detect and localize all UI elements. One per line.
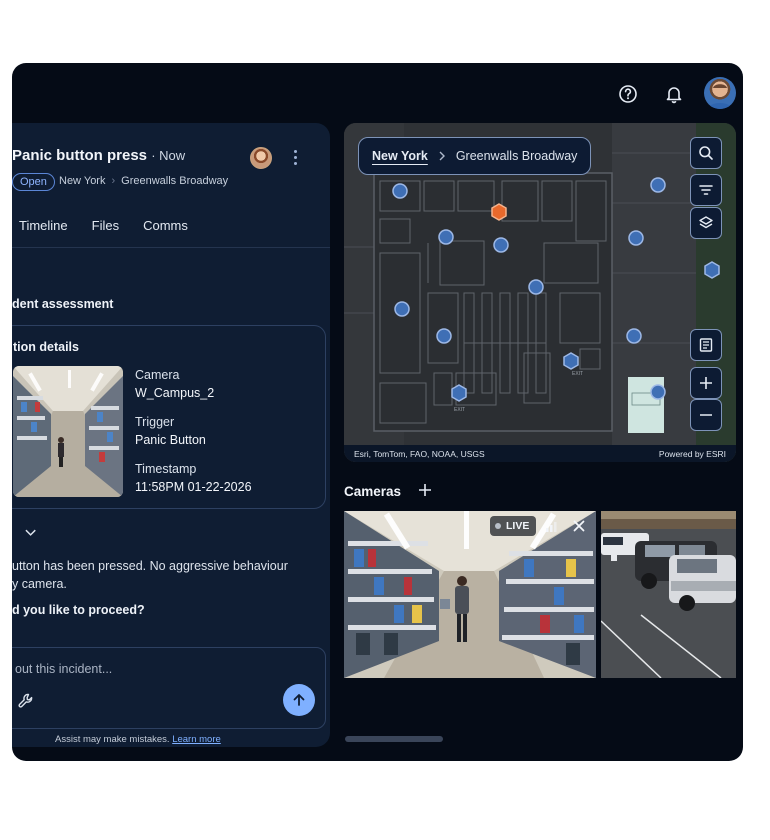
- map-attribution: Esri, TomTom, FAO, NOAA, USGS: [354, 449, 485, 459]
- cameras-title: Cameras: [344, 484, 402, 499]
- plus-icon: [419, 484, 431, 496]
- proceed-question: d you like to proceed?: [12, 603, 145, 617]
- assessment-summary: utton has been pressed. No aggressive be…: [12, 557, 312, 593]
- chevron-down-icon: [25, 529, 36, 536]
- app-window: Panic button press · Now Open New York › G…: [12, 63, 743, 761]
- timestamp-value: 11:58PM 01-22-2026: [135, 480, 252, 494]
- timestamp-label: Timestamp: [135, 462, 197, 476]
- assist-input[interactable]: [13, 658, 267, 680]
- user-avatar[interactable]: [704, 77, 736, 109]
- detection-card-title: tion details: [13, 340, 79, 354]
- send-button[interactable]: [283, 684, 315, 716]
- live-dot-icon: [495, 523, 501, 529]
- tab-timeline[interactable]: Timeline: [19, 218, 68, 233]
- summary-line: y camera.: [12, 577, 67, 591]
- filter-icon: [699, 185, 713, 195]
- chevron-right-icon: ›: [111, 175, 116, 187]
- trigger-field: Trigger Panic Button: [135, 415, 206, 447]
- breadcrumb-site[interactable]: Greenwalls Broadway: [121, 175, 228, 187]
- camera-field: Camera W_Campus_2: [135, 368, 214, 400]
- minus-icon: [700, 414, 712, 416]
- map-crumb-site[interactable]: Greenwalls Broadway: [456, 149, 578, 163]
- live-label: LIVE: [506, 520, 530, 532]
- trigger-value: Panic Button: [135, 433, 206, 447]
- map-attribution-bar: Esri, TomTom, FAO, NOAA, USGS Powered by…: [344, 445, 736, 462]
- book-icon: [699, 338, 713, 352]
- zoom-out-button[interactable]: [690, 399, 722, 431]
- camera-label: Camera: [135, 368, 180, 382]
- camera-value: W_Campus_2: [135, 386, 215, 400]
- zoom-in-button[interactable]: [690, 367, 722, 399]
- map-crumb-city[interactable]: New York: [372, 149, 428, 163]
- arrow-up-icon: [293, 694, 305, 706]
- summary-toggle[interactable]: [12, 523, 36, 543]
- tab-files[interactable]: Files: [92, 218, 119, 233]
- add-camera-button[interactable]: [416, 481, 434, 499]
- camera-feed-parking[interactable]: [601, 511, 736, 678]
- assessment-heading: dent assessment: [12, 297, 114, 311]
- wrench-icon[interactable]: [17, 692, 35, 710]
- map-powered-by: Powered by ESRI: [658, 449, 726, 459]
- timestamp-field: Timestamp 11:58PM 01-22-2026: [135, 462, 252, 494]
- live-badge: LIVE: [490, 516, 537, 536]
- camera-feed-aisle[interactable]: LIVE: [344, 511, 596, 678]
- tab-comms[interactable]: Comms: [143, 218, 188, 233]
- breadcrumb: New York › Greenwalls Broadway: [59, 175, 228, 187]
- tab-bar: Timeline Files Comms: [19, 218, 188, 233]
- incident-time: · Now: [151, 148, 186, 163]
- close-icon[interactable]: [569, 516, 589, 536]
- plus-icon: [700, 377, 712, 389]
- status-badge: Open: [12, 173, 55, 191]
- map-layers-button[interactable]: [690, 207, 722, 239]
- help-icon[interactable]: [613, 79, 643, 109]
- floor-plan-map[interactable]: EXIT EXIT New York Greenwalls Broadway E…: [344, 123, 736, 462]
- search-icon: [699, 146, 713, 160]
- cameras-scrollbar[interactable]: [345, 736, 443, 742]
- assignee-avatar[interactable]: [250, 147, 272, 169]
- incident-panel: Panic button press · Now Open New York › G…: [12, 123, 330, 747]
- breadcrumb-city[interactable]: New York: [59, 175, 105, 187]
- signal-icon: [542, 516, 562, 536]
- assist-disclaimer: Assist may make mistakes. Learn more: [55, 734, 221, 745]
- learn-more-link[interactable]: Learn more: [172, 734, 221, 745]
- trigger-label: Trigger: [135, 415, 175, 429]
- map-filter-button[interactable]: [690, 174, 722, 206]
- more-options-icon[interactable]: [286, 145, 304, 169]
- incident-title: Panic button press · Now: [12, 147, 186, 164]
- map-search-button[interactable]: [690, 137, 722, 169]
- assist-composer: [12, 647, 326, 729]
- map-exit-label: EXIT: [572, 371, 583, 377]
- bell-icon[interactable]: [659, 79, 689, 109]
- map-breadcrumb[interactable]: New York Greenwalls Broadway: [358, 137, 592, 175]
- chevron-right-icon: [439, 151, 445, 161]
- summary-line: utton has been pressed. No aggressive be…: [12, 559, 288, 573]
- map-floor-plan-button[interactable]: [690, 329, 722, 361]
- toggle-label-fragment: [12, 528, 15, 538]
- tab-divider: [12, 247, 330, 248]
- layers-icon: [699, 216, 713, 229]
- detection-card: tion details Camera W_Campus_2 Trigger Pan…: [12, 325, 326, 509]
- camera-snapshot[interactable]: [13, 366, 123, 497]
- map-exit-label: EXIT: [454, 407, 465, 413]
